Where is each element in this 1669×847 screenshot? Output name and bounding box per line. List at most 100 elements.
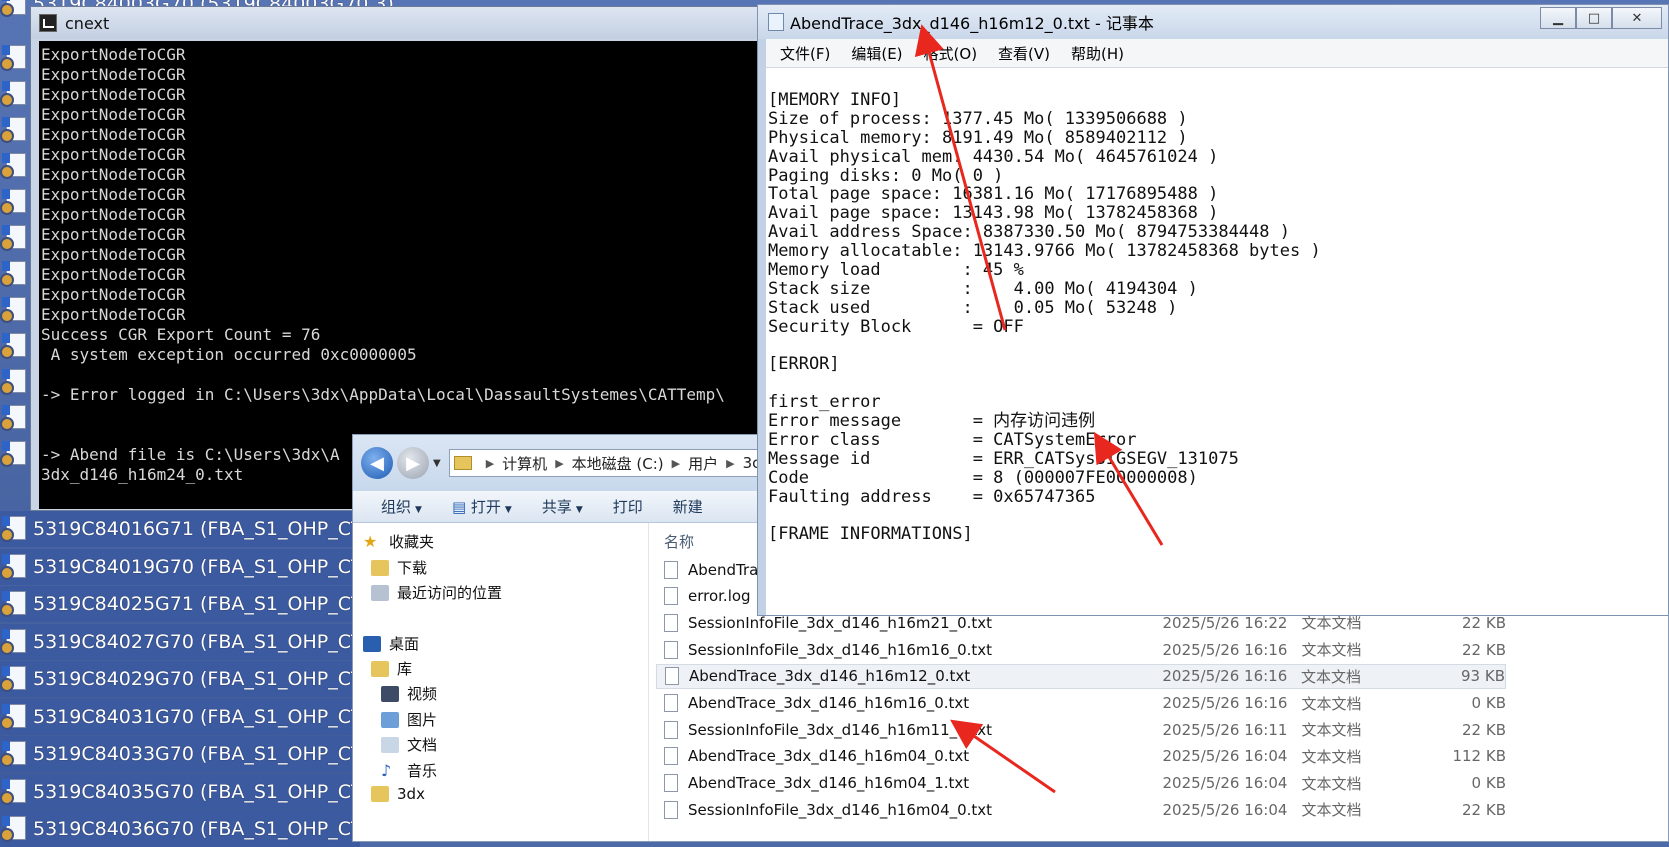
notepad-line: Physical memory: 8191.49 Mo( 8589402112 … <box>768 127 1188 148</box>
file-icon <box>0 223 30 253</box>
menu-view[interactable]: 查看(V) <box>998 43 1050 64</box>
breadcrumb-separator: ▶ <box>485 456 495 470</box>
file-row[interactable]: SessionInfoFile_3dx_d146_h16m16_0.txt 202… <box>656 637 1506 662</box>
file-row[interactable]: AbendTrace_3dx_d146_h16m16_0.txt 2025/5/2… <box>656 691 1506 716</box>
open-icon: ▤ <box>451 498 471 516</box>
console-line: ExportNodeToCGR <box>41 265 186 284</box>
downloads-folder-icon <box>371 559 389 576</box>
nav-favorites[interactable]: ★ 收藏夹 <box>363 531 434 552</box>
notepad-titlebar[interactable]: AbendTrace_3dx_d146_h16m12_0.txt - 记事本 ▁… <box>758 5 1668 39</box>
maximize-icon[interactable]: □ <box>1576 7 1612 29</box>
menu-file[interactable]: 文件(F) <box>780 43 830 64</box>
share-label: 共享 <box>541 498 572 516</box>
nav-recent[interactable]: 最近访问的位置 <box>371 582 502 603</box>
nav-libraries[interactable]: 库 <box>371 658 412 679</box>
file-date: 2025/5/26 16:04 <box>1162 774 1288 793</box>
nav-libraries-label: 库 <box>397 660 413 678</box>
notepad-line: Error message = 内存访问违例 <box>768 411 1096 432</box>
notepad-menubar: 文件(F) 编辑(E) 格式(O) 查看(V) 帮助(H) <box>766 39 1668 67</box>
console-line: ExportNodeToCGR <box>41 145 186 164</box>
window-controls: ▁ □ ✕ <box>1540 7 1662 29</box>
notepad-icon <box>768 13 784 31</box>
file-icon <box>0 295 30 325</box>
file-size: 0 KB <box>1471 694 1506 712</box>
file-date: 2025/5/26 16:22 <box>1162 613 1288 632</box>
console-titlebar[interactable]: cnext <box>31 7 759 39</box>
user-folder-icon <box>371 786 389 802</box>
background-list-item[interactable]: 5319C84019G70 (FBA_S1_OHP_CTR_D <box>0 548 400 585</box>
file-row[interactable]: AbendTrace_3dx_d146_h16m04_0.txt 2025/5/2… <box>656 744 1506 769</box>
column-header-name[interactable]: 名称 <box>664 531 694 552</box>
notepad-line: [ERROR] <box>768 354 840 375</box>
file-row[interactable]: AbendTrace_3dx_d146_h16m04_1.txt 2025/5/2… <box>656 771 1506 796</box>
nav-desktop[interactable]: 桌面 <box>363 633 419 654</box>
forward-arrow-icon[interactable]: ▶ <box>397 447 429 479</box>
nav-music[interactable]: ♪ 音乐 <box>381 760 437 781</box>
breadcrumb-users[interactable]: 用户 <box>688 453 718 474</box>
nav-documents[interactable]: 文档 <box>381 734 437 755</box>
file-icon <box>0 79 30 109</box>
back-arrow-icon[interactable]: ◀ <box>361 447 393 479</box>
breadcrumb-drive[interactable]: 本地磁盘 (C:) <box>572 453 664 474</box>
desktop-icon <box>363 635 381 652</box>
close-icon[interactable]: ✕ <box>1612 7 1662 29</box>
file-date: 2025/5/26 16:11 <box>1162 720 1288 739</box>
notepad-line: Avail address Space: 8387330.50 Mo( 8794… <box>768 222 1290 243</box>
nav-downloads[interactable]: 下载 <box>371 557 427 578</box>
nav-videos[interactable]: 视频 <box>381 683 437 704</box>
organize-label: 组织 <box>381 498 412 516</box>
print-button[interactable]: 打印 <box>613 496 643 517</box>
file-size: 22 KB <box>1462 800 1506 819</box>
file-type: 文本文档 <box>1301 747 1362 766</box>
nav-pictures[interactable]: 图片 <box>381 709 437 730</box>
file-icon <box>0 43 30 73</box>
background-list-item[interactable]: 5319C84025G71 (FBA_S1_OHP_CTR_M <box>0 586 402 622</box>
background-list-item[interactable]: 5319C84016G71 (FBA_S1_OHP_CTR_D <box>0 511 400 547</box>
background-list-item-label: 5319C84016G71 (FBA_S1_OHP_CTR_D <box>33 518 400 540</box>
file-row[interactable]: SessionInfoFile_3dx_d146_h16m11_0.txt 202… <box>656 717 1506 742</box>
navigation-pane: ★ 收藏夹 下载 最近访问的位置 桌面 库 视频 图片 文档 ♪ 音乐 3dx <box>353 523 649 841</box>
notepad-line: first_error <box>768 392 881 413</box>
background-list-item[interactable]: 5319C84027G70 (FBA_S1_OHP_CTR_GN <box>0 623 414 660</box>
breadcrumb-computer[interactable]: 计算机 <box>502 453 547 474</box>
minimize-icon[interactable]: ▁ <box>1540 7 1576 29</box>
file-type: 文本文档 <box>1301 694 1362 713</box>
nav-user[interactable]: 3dx <box>371 785 425 803</box>
background-list-item[interactable]: 5319C84031G70 (FBA_S1_OHP_CTR_AS <box>0 698 410 735</box>
open-button[interactable]: ▤ 打开 ▼ <box>452 496 512 517</box>
share-button[interactable]: 共享 ▼ <box>542 496 583 517</box>
chevron-down-icon: ▼ <box>504 505 512 515</box>
file-icon <box>0 702 30 732</box>
background-list-item[interactable]: 5319C84033G70 (FBA_S1_OHP_CTR_AS <box>0 736 410 772</box>
console-line: A system exception occurred 0xc0000005 <box>41 345 417 364</box>
file-type: 文本文档 <box>1301 774 1362 793</box>
background-list-item[interactable]: 5319C84029G70 (FBA_S1_OHP_CTR_AS <box>0 661 410 697</box>
text-file-icon <box>664 640 678 659</box>
background-list-item[interactable]: 5319C84035G70 (FBA_S1_OHP_CTR_GS <box>0 773 412 810</box>
new-folder-button[interactable]: 新建 <box>673 496 703 517</box>
file-name: SessionInfoFile_3dx_d146_h16m04_0.txt <box>688 800 993 819</box>
console-line: -> Error logged in C:\Users\3dx\AppData\… <box>41 385 725 404</box>
menu-edit[interactable]: 编辑(E) <box>851 43 902 64</box>
notepad-line: Stack size : 4.00 Mo( 4194304 ) <box>768 278 1198 299</box>
organize-button[interactable]: 组织 ▼ <box>381 496 422 517</box>
menu-help[interactable]: 帮助(H) <box>1071 43 1124 64</box>
console-line: ExportNodeToCGR <box>41 305 186 324</box>
notepad-text-area[interactable]: [MEMORY INFO] Size of process: 1377.45 Mo… <box>766 67 1668 615</box>
history-dropdown-icon[interactable]: ▼ <box>433 458 441 469</box>
nav-videos-label: 视频 <box>407 685 438 703</box>
text-file-icon <box>664 747 678 766</box>
nav-music-label: 音乐 <box>407 762 438 780</box>
file-type: 文本文档 <box>1301 801 1362 820</box>
console-line: ExportNodeToCGR <box>41 165 186 184</box>
file-name: AbendTrace_3dx_d146_h16m04_0.txt <box>688 747 970 766</box>
menu-format[interactable]: 格式(O) <box>924 43 978 64</box>
file-row[interactable]: SessionInfoFile_3dx_d146_h16m04_0.txt 202… <box>656 797 1506 822</box>
file-row[interactable]: AbendTrace_3dx_d146_h16m12_0.txt 2025/5/2… <box>656 663 1506 689</box>
file-name: SessionInfoFile_3dx_d146_h16m11_0.txt <box>688 720 993 739</box>
notepad-line: Paging disks: 0 Mo( 0 ) <box>768 165 1004 186</box>
file-icon <box>0 151 30 181</box>
file-icon <box>0 777 30 807</box>
file-size: 22 KB <box>1462 640 1506 659</box>
